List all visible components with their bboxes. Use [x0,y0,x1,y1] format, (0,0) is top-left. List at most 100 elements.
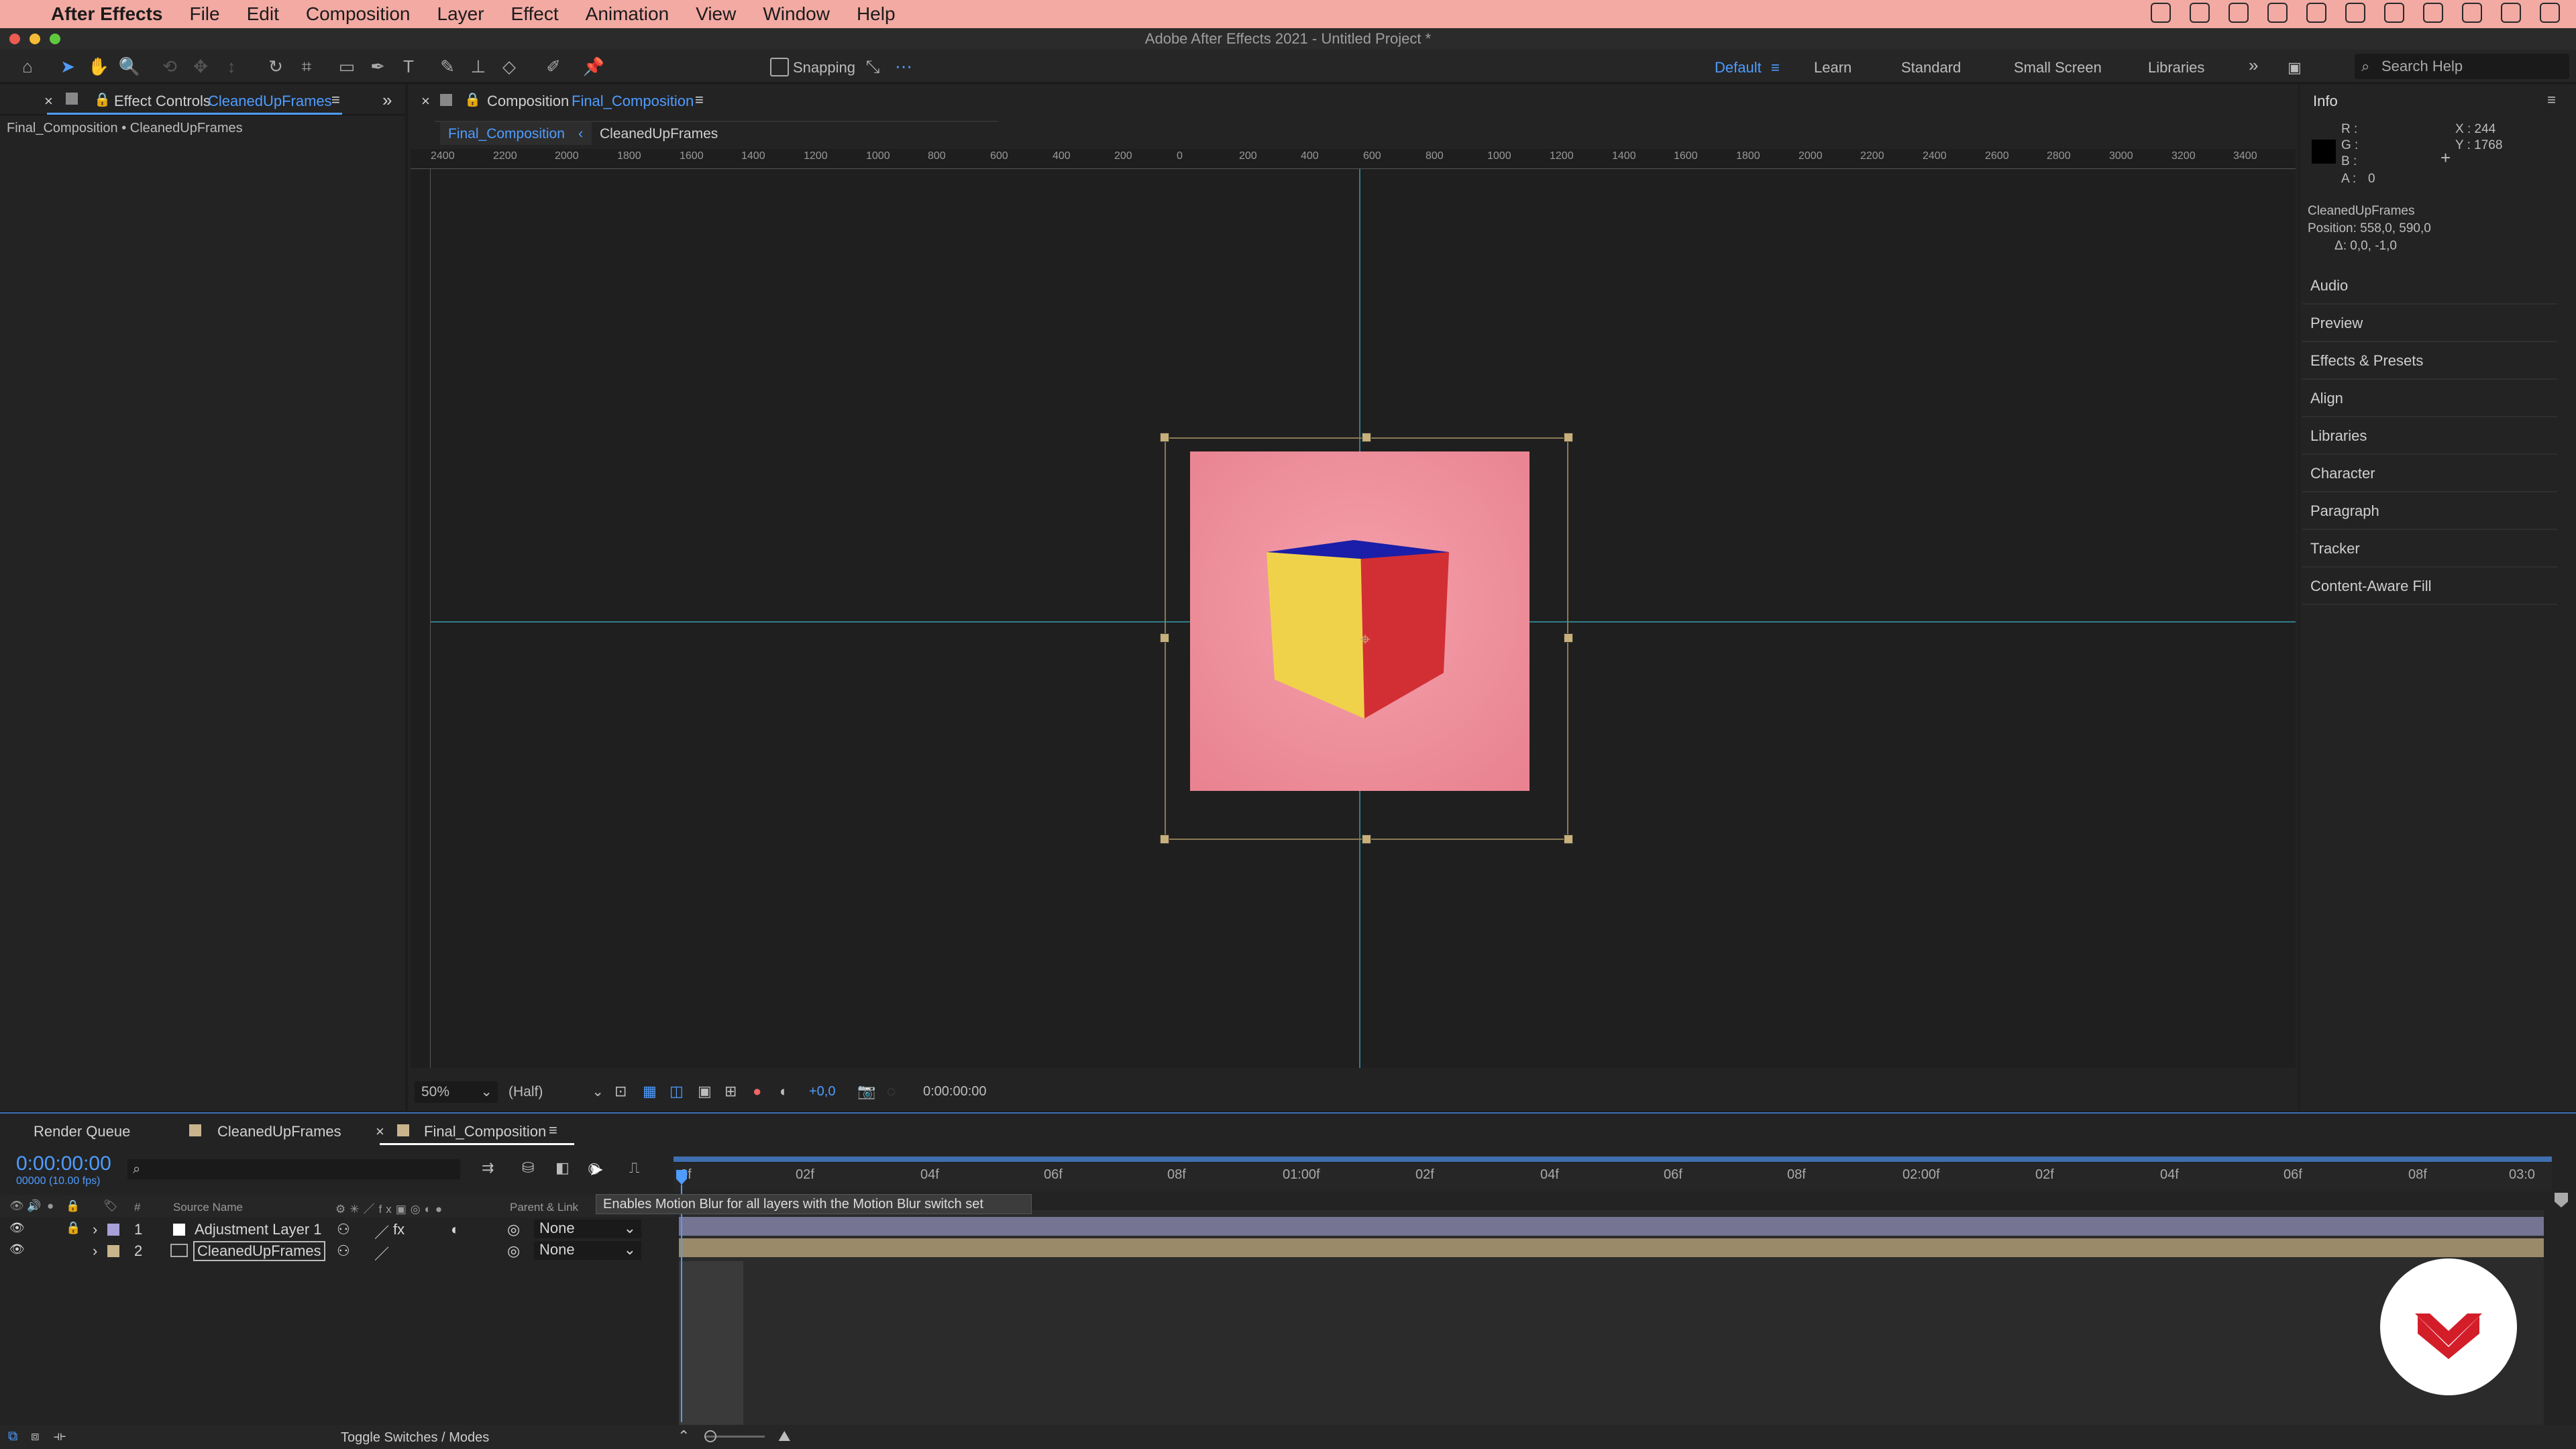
transform-handle[interactable] [1564,835,1573,844]
pick-whip-icon[interactable]: ◎ [507,1242,520,1260]
panel-libraries[interactable]: Libraries [2302,417,2557,455]
panel-audio[interactable]: Audio [2302,267,2557,305]
exposure-value[interactable]: +0,0 [809,1084,835,1099]
panel-menu-icon[interactable]: ≡ [2547,91,2556,109]
dolly-camera-icon[interactable]: ↕ [220,55,243,78]
expand-chevron-icon[interactable]: › [93,1242,97,1260]
quality-switch-icon[interactable]: ／ [374,1242,389,1264]
rectangle-tool-icon[interactable]: ▭ [335,55,358,78]
shy-switch-icon[interactable]: ⚇ [337,1242,350,1260]
viewer-timecode[interactable]: 0:00:00:00 [923,1084,987,1099]
layer-bar-adjustment[interactable] [679,1217,2544,1236]
region-of-interest-icon[interactable]: ▣ [698,1083,712,1100]
shy-switch-icon[interactable]: ⚇ [337,1221,350,1238]
expand-panel-icon[interactable]: » [382,90,392,111]
subtab-final-composition[interactable]: Final_Composition [448,126,565,142]
pen-tool-icon[interactable]: ✒ [366,55,389,78]
brush-tool-icon[interactable]: ✎ [436,55,459,78]
status-icon[interactable] [2306,3,2326,23]
hide-shy-layers-icon[interactable]: ◧ [555,1159,570,1177]
minimize-window-button[interactable] [30,34,40,44]
app-menu[interactable]: After Effects [51,3,162,25]
lock-icon[interactable]: 🔒 [66,1221,80,1235]
close-tab-icon[interactable]: × [421,93,430,110]
panel-menu-icon[interactable]: ≡ [549,1122,557,1139]
panel-character[interactable]: Character [2302,455,2557,492]
transform-handle[interactable] [1564,633,1573,643]
show-snapshot-icon[interactable]: ◌ [887,1083,896,1100]
eye-icon[interactable]: 👁 [9,1242,25,1256]
expand-chevron-icon[interactable]: › [93,1221,97,1238]
transform-handle[interactable] [1160,433,1169,442]
layer-name[interactable]: Adjustment Layer 1 [195,1221,322,1238]
in-out-controls-icon[interactable]: ⟛ [54,1429,66,1444]
layer-bar-cleanedupframes[interactable] [679,1238,2544,1257]
panel-preview[interactable]: Preview [2302,305,2557,342]
adjustment-layer-switch-icon[interactable]: ◐ [451,1221,460,1238]
status-icon[interactable] [2267,3,2288,23]
workspace-default[interactable]: Default [1715,59,1762,76]
menu-edit[interactable]: Edit [247,3,279,25]
composition-tab-label[interactable]: Composition [487,93,569,110]
composition-tab-name[interactable]: Final_Composition [572,93,694,110]
parent-dropdown[interactable]: None ⌄ [534,1241,641,1260]
layer-row[interactable]: 👁 🔒 › 1 Adjustment Layer 1 ⚇ ／ fx ◐ ◎ No… [0,1218,671,1241]
tab-render-queue[interactable]: Render Queue [34,1123,130,1140]
anchor-point-icon[interactable]: ⌖ [1355,629,1375,649]
transform-handle[interactable] [1160,633,1169,643]
close-tab-icon[interactable]: × [44,93,53,110]
panel-menu-icon[interactable]: ≡ [695,91,704,109]
panel-paragraph[interactable]: Paragraph [2302,492,2557,530]
spotlight-icon[interactable] [2501,3,2521,23]
transform-handle[interactable] [1160,835,1169,844]
layer-label-color[interactable] [107,1245,119,1257]
wifi-icon[interactable] [2384,3,2404,23]
home-icon[interactable]: ⌂ [16,55,39,78]
menu-layer[interactable]: Layer [437,3,484,25]
close-window-button[interactable] [9,34,20,44]
bluetooth-icon[interactable] [2462,3,2482,23]
zoom-in-icon[interactable]: ⛰ [778,1428,790,1445]
panel-content-aware-fill[interactable]: Content-Aware Fill [2302,568,2557,605]
transfer-controls-icon[interactable]: ⧈ [31,1429,40,1444]
menu-help[interactable]: Help [857,3,896,25]
menu-window[interactable]: Window [763,3,830,25]
transform-handle[interactable] [1564,433,1573,442]
workspace-small-screen[interactable]: Small Screen [2014,59,2102,76]
menu-composition[interactable]: Composition [306,3,411,25]
panel-menu-icon[interactable]: ≡ [331,91,340,109]
lock-icon[interactable]: 🔒 [464,91,481,108]
panel-effects-presets[interactable]: Effects & Presets [2302,342,2557,380]
puppet-pin-tool-icon[interactable]: 📌 [582,55,605,78]
effect-controls-tab-label[interactable]: Effect Controls [114,93,211,110]
selection-tool-icon[interactable]: ➤ [56,55,79,78]
panel-tracker[interactable]: Tracker [2302,530,2557,568]
pan-behind-tool-icon[interactable]: ⌗ [295,55,318,78]
workspace-learn[interactable]: Learn [1814,59,1851,76]
layer-label-color[interactable] [107,1224,119,1236]
status-icon[interactable] [2345,3,2365,23]
close-tab-icon[interactable]: × [376,1123,384,1140]
control-center-icon[interactable] [2540,3,2560,23]
menu-animation[interactable]: Animation [586,3,669,25]
rotation-tool-icon[interactable]: ↻ [264,55,287,78]
clone-stamp-tool-icon[interactable]: ⊥ [467,55,490,78]
tab-cleanedupframes[interactable]: CleanedUpFrames [217,1123,341,1140]
snap-options-icon[interactable]: ⤡ [861,55,884,78]
workspace-libraries[interactable]: Libraries [2148,59,2204,76]
status-icon[interactable] [2229,3,2249,23]
graph-editor-icon[interactable]: ⎍ [629,1159,639,1177]
magnification-dropdown[interactable]: 50% ⌄ [415,1081,498,1103]
workspace-overflow-icon[interactable]: » [2249,55,2258,76]
effect-switch-icon[interactable]: fx [393,1221,405,1238]
resolution-dropdown[interactable]: (Half) ⌄ [502,1081,609,1103]
roto-brush-tool-icon[interactable]: ✐ [542,55,565,78]
grid-guides-icon[interactable]: ⊞ [724,1083,737,1100]
pick-whip-icon[interactable]: ◎ [507,1221,520,1238]
playhead-line[interactable] [681,1185,682,1422]
reset-exposure-icon[interactable]: ◐ [780,1083,788,1100]
layer-row[interactable]: 👁 › 2 CleanedUpFrames ⚇ ／ ◎ None ⌄ [0,1240,671,1264]
zoom-out-icon[interactable]: ⌃ [678,1428,690,1445]
mask-visibility-icon[interactable]: ◫ [669,1083,684,1100]
layer-search-input[interactable]: ⌕ [127,1159,460,1179]
